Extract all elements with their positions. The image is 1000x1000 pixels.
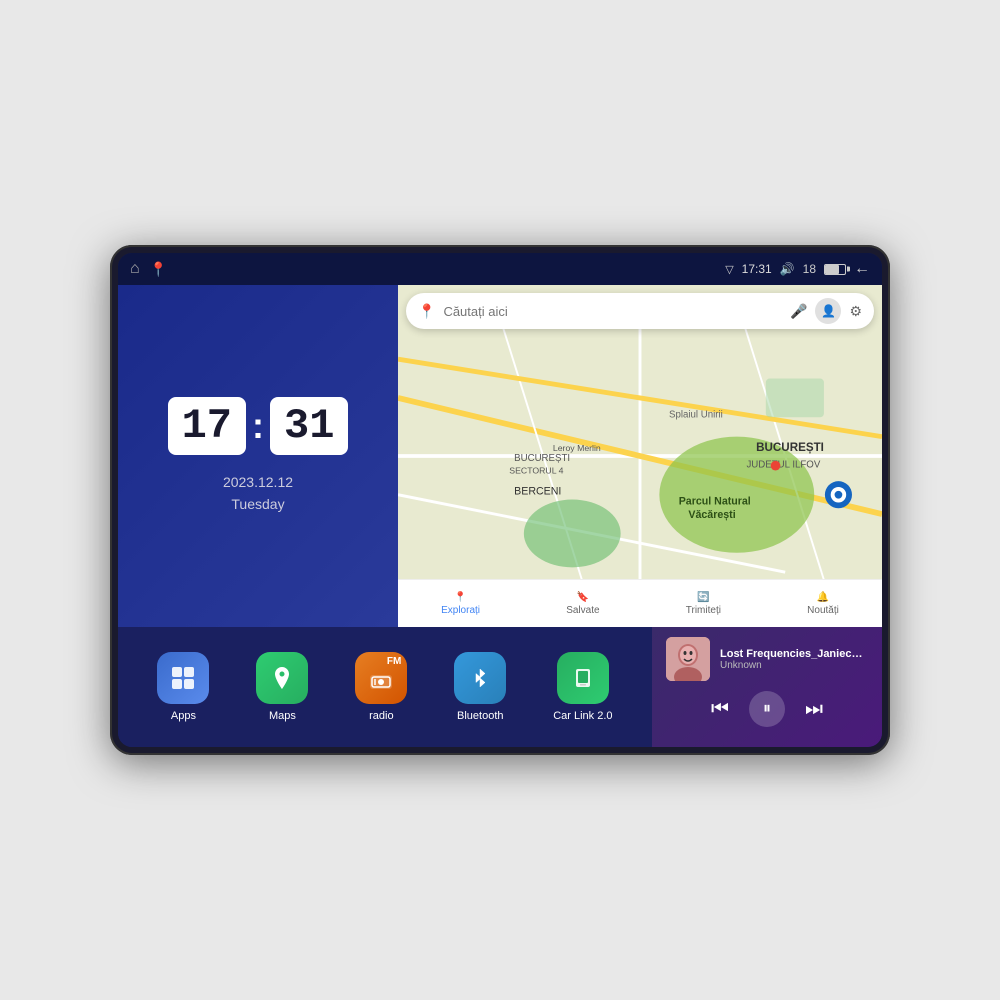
map-saved-btn[interactable]: 🔖 Salvate	[566, 592, 599, 616]
svg-text:Leroy Merlin: Leroy Merlin	[553, 443, 601, 453]
map-svg: Parcul Natural Văcărești BUCUREȘTI JUDEȚ…	[398, 285, 882, 627]
radio-label: radio	[369, 710, 393, 722]
svg-text:SECTORUL 4: SECTORUL 4	[509, 465, 563, 475]
app-item-carlink[interactable]: Car Link 2.0	[553, 652, 612, 722]
app-item-maps[interactable]: Maps	[256, 652, 308, 722]
svg-text:BUCUREȘTI: BUCUREȘTI	[514, 453, 570, 464]
apps-label: Apps	[171, 710, 196, 722]
news-label: Noutăți	[807, 605, 839, 616]
svg-text:BERCENI: BERCENI	[514, 486, 561, 498]
music-controls: ⏮ ⏸ ⏭	[666, 691, 868, 727]
time-display: 17:31	[742, 262, 772, 276]
share-icon: 🔄	[697, 592, 709, 603]
play-pause-button[interactable]: ⏸	[749, 691, 785, 727]
app-item-apps[interactable]: Apps	[157, 652, 209, 722]
home-icon[interactable]: ⌂	[130, 260, 140, 278]
clock-separator: :	[252, 405, 264, 447]
volume-icon[interactable]: 🔊	[780, 262, 795, 276]
saved-icon: 🔖	[577, 592, 589, 603]
settings-map-icon[interactable]: ⚙	[849, 303, 862, 320]
svg-text:BUCUREȘTI: BUCUREȘTI	[756, 441, 824, 454]
map-bottom-bar: 📍 Explorați 🔖 Salvate 🔄 Trimiteți �	[398, 579, 882, 627]
bluetooth-label: Bluetooth	[457, 710, 503, 722]
next-button[interactable]: ⏭	[805, 698, 823, 721]
bluetooth-icon	[454, 652, 506, 704]
explore-label: Explorați	[441, 605, 480, 616]
clock-minutes: 31	[270, 397, 348, 455]
status-left: ⌂ 📍	[130, 260, 167, 278]
svg-text:JUDEȚUL ILFOV: JUDEȚUL ILFOV	[746, 460, 820, 471]
map-widget[interactable]: Parcul Natural Văcărești BUCUREȘTI JUDEȚ…	[398, 285, 882, 627]
day-value: Tuesday	[223, 493, 293, 515]
saved-label: Salvate	[566, 605, 599, 616]
music-info: Lost Frequencies_Janieck Devy-... Unknow…	[666, 637, 868, 681]
map-explore-btn[interactable]: 📍 Explorați	[441, 592, 480, 616]
user-avatar[interactable]: 👤	[815, 298, 841, 324]
album-art	[666, 637, 710, 681]
map-pin-icon: 📍	[418, 303, 435, 320]
map-news-btn[interactable]: 🔔 Noutăți	[807, 592, 839, 616]
map-search-bar[interactable]: 📍 🎤 👤 ⚙	[406, 293, 874, 329]
status-right: ▽ 17:31 🔊 18 ←	[725, 260, 870, 278]
maps-icon	[256, 652, 308, 704]
date-display: 2023.12.12 Tuesday	[223, 471, 293, 516]
map-share-btn[interactable]: 🔄 Trimiteți	[686, 592, 721, 616]
bottom-section: Apps Maps FM	[118, 627, 882, 747]
top-section: 17 : 31 2023.12.12 Tuesday	[118, 285, 882, 627]
app-item-radio[interactable]: FM radio	[355, 652, 407, 722]
explore-icon: 📍	[454, 592, 466, 603]
date-value: 2023.12.12	[223, 471, 293, 493]
back-button[interactable]: ←	[854, 260, 870, 278]
car-display-device: ⌂ 📍 ▽ 17:31 🔊 18 ← 17 :	[110, 245, 890, 755]
clock-hours: 17	[168, 397, 246, 455]
share-label: Trimiteți	[686, 605, 721, 616]
music-player: Lost Frequencies_Janieck Devy-... Unknow…	[652, 627, 882, 747]
svg-text:Văcărești: Văcărești	[688, 509, 735, 521]
music-text: Lost Frequencies_Janieck Devy-... Unknow…	[720, 648, 868, 671]
music-artist: Unknown	[720, 660, 868, 671]
clock-widget: 17 : 31 2023.12.12 Tuesday	[118, 285, 398, 627]
signal-value: 18	[803, 262, 816, 276]
battery-icon	[824, 264, 846, 275]
apps-row: Apps Maps FM	[118, 627, 652, 747]
carlink-icon	[557, 652, 609, 704]
apps-icon	[157, 652, 209, 704]
device-screen: ⌂ 📍 ▽ 17:31 🔊 18 ← 17 :	[118, 253, 882, 747]
prev-button[interactable]: ⏮	[711, 698, 729, 721]
maps-label: Maps	[269, 710, 296, 722]
voice-search-icon[interactable]: 🎤	[790, 303, 807, 320]
app-item-bluetooth[interactable]: Bluetooth	[454, 652, 506, 722]
clock-display: 17 : 31	[168, 397, 349, 455]
svg-text:Splaiul Unirii: Splaiul Unirii	[669, 409, 723, 420]
map-search-input[interactable]	[443, 304, 782, 319]
status-bar: ⌂ 📍 ▽ 17:31 🔊 18 ←	[118, 253, 882, 285]
carlink-label: Car Link 2.0	[553, 710, 612, 722]
radio-icon: FM	[355, 652, 407, 704]
news-icon: 🔔	[817, 592, 829, 603]
svg-text:Parcul Natural: Parcul Natural	[679, 495, 751, 507]
navigation-symbol: ▽	[725, 263, 733, 276]
music-title: Lost Frequencies_Janieck Devy-...	[720, 648, 868, 660]
navigation-icon[interactable]: 📍	[150, 261, 167, 278]
main-area: 17 : 31 2023.12.12 Tuesday	[118, 285, 882, 747]
